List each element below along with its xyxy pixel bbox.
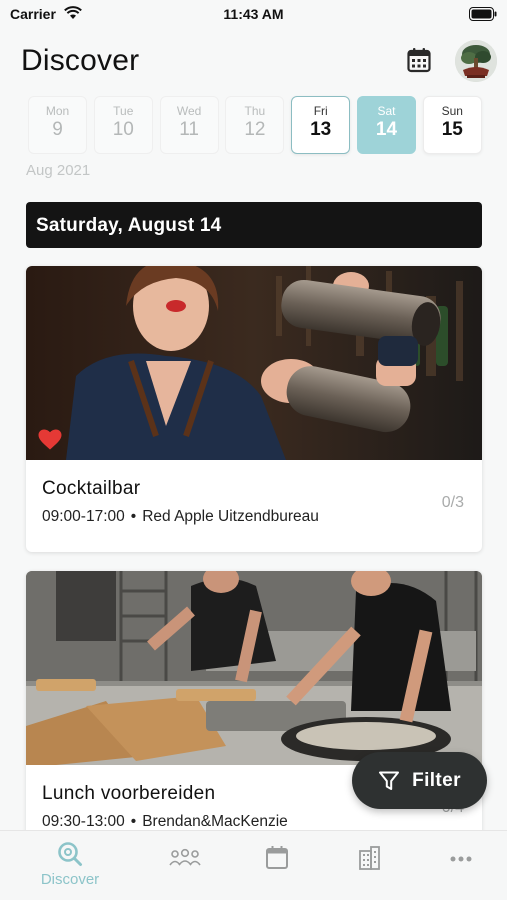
day-name: Thu [244, 104, 266, 118]
day-chip-fri[interactable]: Fri 13 [291, 96, 351, 154]
shift-slots-count: 0/3 [441, 494, 464, 511]
shift-details: Cocktailbar 09:00-17:00 • Red Apple Uitzen… [26, 460, 482, 552]
calendar-icon [407, 48, 431, 73]
day-number: 12 [244, 119, 266, 140]
tab-company[interactable] [329, 841, 409, 871]
favorite-heart-icon[interactable] [38, 429, 62, 450]
tab-bar: Discover [0, 830, 507, 900]
status-time: 11:43 AM [223, 6, 284, 22]
shift-card[interactable]: Lunch voorbereiden 09:30-13:00 • Brendan&M… [26, 571, 482, 857]
month-label: Aug 2021 [26, 162, 91, 179]
tab-calendar[interactable] [237, 841, 317, 871]
tab-people[interactable] [145, 841, 225, 869]
shift-time: 09:30-13:00 [42, 813, 125, 830]
more-icon [450, 856, 472, 862]
shift-card[interactable]: Cocktailbar 09:00-17:00 • Red Apple Uitzen… [26, 266, 482, 552]
date-section-header: Saturday, August 14 [26, 202, 482, 248]
shift-image [26, 571, 482, 765]
day-chip-tue[interactable]: Tue 10 [93, 96, 153, 154]
day-chip-wed[interactable]: Wed 11 [159, 96, 219, 154]
status-bar: Carrier 11:43 AM [0, 0, 507, 30]
calendar-icon [266, 846, 288, 869]
day-number: 10 [112, 119, 134, 140]
shift-title: Cocktailbar [42, 478, 141, 499]
day-name: Sun [441, 104, 463, 118]
tab-more[interactable] [421, 841, 501, 862]
people-icon [169, 848, 201, 866]
day-chip-sat[interactable]: Sat 14 [357, 96, 416, 154]
day-name: Tue [113, 104, 134, 118]
day-number: 15 [441, 119, 463, 140]
filter-label: Filter [412, 769, 461, 791]
separator-dot: • [130, 508, 137, 525]
day-chip-thu[interactable]: Thu 12 [225, 96, 285, 154]
filter-button[interactable]: Filter [352, 752, 487, 809]
shift-meta: 09:00-17:00 • Red Apple Uitzendbureau [42, 508, 466, 526]
shift-image [26, 266, 482, 460]
search-icon [58, 842, 82, 866]
day-name: Mon [45, 104, 70, 118]
day-chip-mon[interactable]: Mon 9 [28, 96, 87, 154]
separator-dot: • [130, 813, 137, 830]
day-number: 9 [52, 119, 63, 140]
day-number: 13 [310, 119, 332, 140]
calendar-button[interactable] [403, 44, 435, 76]
avatar[interactable] [455, 40, 497, 82]
date-strip: Mon 9 Tue 10 Wed 11 Thu 12 Fri 13 Sat 14… [28, 96, 482, 156]
day-name: Sat [377, 104, 396, 118]
shift-meta: 09:30-13:00 • Brendan&MacKenzie [42, 813, 466, 831]
day-number: 14 [375, 119, 398, 140]
filter-icon [379, 771, 400, 790]
shift-time: 09:00-17:00 [42, 508, 125, 525]
day-chip-sun[interactable]: Sun 15 [422, 96, 482, 154]
day-name: Fri [313, 104, 328, 118]
shift-company: Red Apple Uitzendbureau [142, 508, 319, 525]
shift-company: Brendan&MacKenzie [142, 813, 288, 830]
battery-icon [469, 7, 497, 26]
building-icon [359, 846, 380, 870]
day-name: Wed [176, 104, 202, 118]
tab-discover[interactable]: Discover [30, 841, 110, 888]
day-number: 11 [179, 119, 199, 140]
tab-label: Discover [40, 871, 100, 888]
page-title: Discover [21, 44, 140, 77]
